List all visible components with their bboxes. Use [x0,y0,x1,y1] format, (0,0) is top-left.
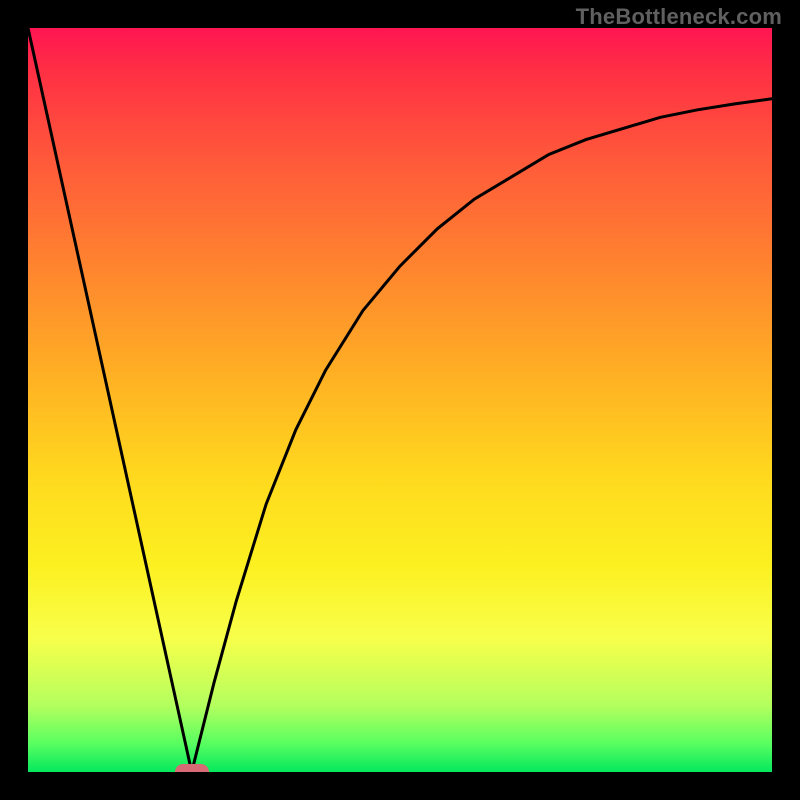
chart-right-branch [192,99,772,772]
chart-left-branch [28,28,192,772]
chart-line-svg [28,28,772,772]
chart-minimum-marker [175,764,209,772]
chart-plot-area [28,28,772,772]
watermark-text: TheBottleneck.com [576,4,782,30]
